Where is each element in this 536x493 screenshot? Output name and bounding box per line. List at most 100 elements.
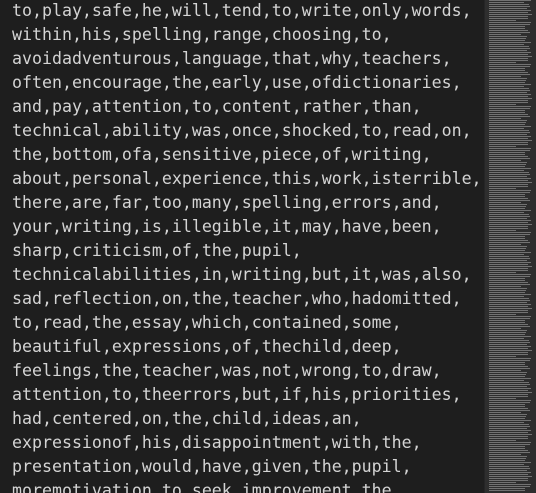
minimap-line (489, 42, 531, 43)
code-line: attention,to,theerrors,but,if,his,priori… (12, 385, 462, 404)
minimap-line (489, 474, 528, 475)
minimap-line (489, 294, 531, 295)
minimap-line (489, 268, 528, 269)
code-line: avoidadventurous,language,that,why,teach… (12, 49, 452, 68)
minimap-line (489, 68, 525, 69)
minimap-line (489, 400, 531, 401)
minimap-line (489, 246, 527, 247)
minimap-line (489, 38, 526, 39)
code-line: to,play,safe,he,will,tend,to,write,only,… (12, 1, 472, 20)
minimap-line (489, 138, 528, 139)
minimap-line (489, 382, 529, 383)
minimap-line (489, 428, 527, 429)
minimap-line (489, 346, 531, 347)
minimap-line (489, 220, 531, 221)
minimap[interactable] (484, 0, 536, 493)
minimap-line (489, 128, 524, 129)
minimap-line (489, 252, 531, 253)
minimap-line (489, 408, 528, 409)
minimap-line (489, 254, 524, 255)
minimap-line (489, 348, 528, 349)
minimap-line (489, 392, 532, 393)
minimap-line (489, 464, 524, 465)
minimap-line (489, 110, 525, 111)
minimap-line (489, 452, 530, 453)
minimap-line (489, 154, 525, 155)
minimap-line (489, 276, 530, 277)
minimap-line (489, 104, 516, 105)
minimap-line (489, 314, 516, 315)
editor-text-area[interactable]: to,play,safe,he,will,tend,to,write,only,… (0, 0, 484, 493)
minimap-line (489, 136, 531, 137)
minimap-line (489, 468, 530, 469)
minimap-line (489, 114, 528, 115)
minimap-line (489, 120, 527, 121)
minimap-line (489, 132, 530, 133)
minimap-line (489, 66, 530, 67)
minimap-line (489, 344, 527, 345)
text-editor[interactable]: to,play,safe,he,will,tend,to,write,only,… (0, 0, 536, 493)
minimap-line (489, 322, 525, 323)
minimap-line (489, 298, 529, 299)
minimap-line (489, 144, 528, 145)
minimap-line (489, 302, 527, 303)
minimap-line (489, 112, 525, 113)
minimap-line (489, 236, 525, 237)
minimap-line (489, 462, 531, 463)
minimap-line (489, 366, 528, 367)
minimap-line (489, 424, 529, 425)
minimap-line (489, 282, 528, 283)
minimap-line (489, 260, 527, 261)
minimap-line (489, 482, 516, 483)
minimap-line (489, 18, 528, 19)
minimap-line (489, 4, 529, 5)
minimap-line (489, 256, 529, 257)
minimap-line (489, 36, 527, 37)
minimap-line (489, 332, 526, 333)
minimap-line (489, 166, 525, 167)
minimap-line (489, 386, 527, 387)
minimap-line (489, 304, 531, 305)
minimap-line (489, 472, 531, 473)
minimap-line (489, 258, 530, 259)
minimap-line (489, 264, 528, 265)
minimap-line (489, 312, 528, 313)
minimap-line (489, 460, 525, 461)
minimap-line (489, 476, 532, 477)
minimap-line (489, 440, 516, 441)
minimap-line (489, 426, 530, 427)
minimap-line (489, 76, 521, 77)
minimap-line (489, 228, 528, 229)
minimap-line (489, 244, 521, 245)
minimap-line (489, 292, 525, 293)
minimap-line (489, 8, 527, 9)
minimap-line (489, 324, 528, 325)
minimap-line (489, 64, 531, 65)
code-line: beautiful,expressions,of,thechild,deep, (12, 337, 402, 356)
minimap-line (489, 290, 526, 291)
minimap-line (489, 248, 526, 249)
minimap-line (489, 176, 527, 177)
minimap-line (489, 376, 525, 377)
code-line: your,writing,is,illegible,it,may,have,be… (12, 217, 442, 236)
minimap-line (489, 12, 528, 13)
minimap-line (489, 434, 532, 435)
minimap-line (489, 490, 525, 491)
code-line: presentation,would,have,given,the,pupil, (12, 457, 412, 476)
minimap-line (489, 232, 531, 233)
minimap-line (489, 28, 525, 29)
minimap-line (489, 178, 531, 179)
minimap-line (489, 16, 528, 17)
minimap-line (489, 486, 530, 487)
minimap-line (489, 334, 525, 335)
code-line: expressionof,his,disappointment,with,the… (12, 433, 422, 452)
minimap-line (489, 50, 527, 51)
minimap-line (489, 378, 531, 379)
code-line: moremotivation,to,seek,improvement,the, (12, 481, 402, 493)
minimap-line (489, 478, 528, 479)
minimap-line (489, 40, 525, 41)
minimap-line (489, 20, 516, 21)
minimap-line (489, 318, 530, 319)
minimap-line (489, 310, 528, 311)
minimap-line (489, 182, 532, 183)
